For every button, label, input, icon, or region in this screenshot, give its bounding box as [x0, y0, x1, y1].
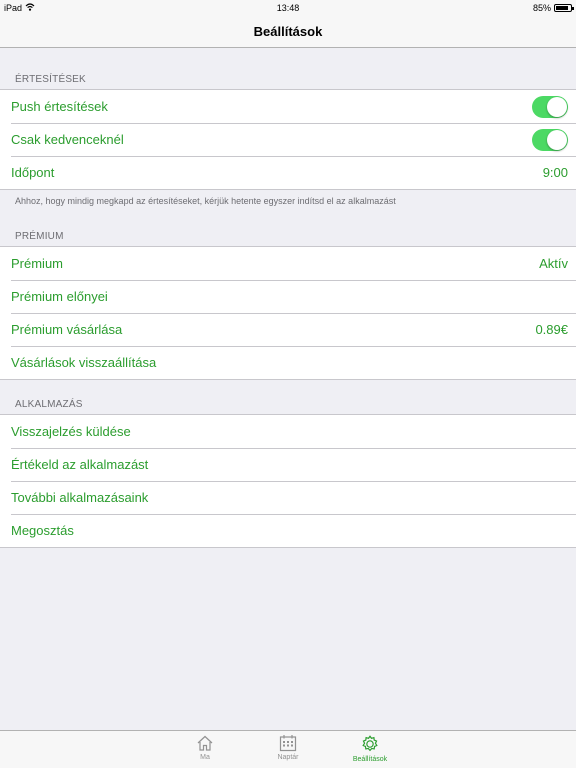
page-title: Beállítások [253, 24, 323, 39]
tab-calendar[interactable]: Naptár [258, 734, 318, 761]
tab-bar: Ma Naptár Beállítások [0, 730, 576, 768]
row-time[interactable]: Időpont 9:00 [0, 156, 576, 189]
row-label: Prémium [11, 256, 64, 271]
tab-label: Naptár [277, 754, 299, 761]
row-label: Vásárlások visszaállítása [11, 355, 157, 370]
section-header-premium: PRÉMIUM [15, 231, 64, 242]
row-restore-purchases[interactable]: Vásárlások visszaállítása [0, 346, 576, 379]
premium-status-value: Aktív [539, 256, 568, 271]
tab-label: Beállítások [352, 756, 388, 763]
row-label: Értékeld az alkalmazást [11, 457, 149, 472]
status-right: 85% [532, 3, 574, 13]
calendar-icon [279, 735, 297, 752]
section-header-notifications: ÉRTESÍTÉSEK [15, 74, 86, 85]
toggle-knob [547, 129, 567, 150]
row-label: Csak kedvenceknél [11, 132, 124, 147]
row-premium-status[interactable]: Prémium Aktív [0, 247, 576, 280]
row-label: Prémium vásárlása [11, 322, 123, 337]
row-send-feedback[interactable]: Visszajelzés küldése [0, 415, 576, 448]
section-header-app: ALKALMAZÁS [15, 399, 83, 410]
time-value: 9:00 [542, 165, 568, 180]
tab-today[interactable]: Ma [175, 734, 235, 761]
row-favorites-only: Csak kedvenceknél [0, 123, 576, 156]
gear-icon [362, 735, 378, 752]
row-rate-app[interactable]: Értékeld az alkalmazást [0, 448, 576, 481]
row-share[interactable]: Megosztás [0, 514, 576, 547]
status-time: 13:48 [276, 3, 300, 13]
row-more-apps[interactable]: További alkalmazásaink [0, 481, 576, 514]
battery-icon [554, 4, 574, 12]
navigation-bar: Beállítások [0, 16, 576, 48]
battery-percent: 85% [532, 3, 551, 13]
row-label: Visszajelzés küldése [11, 424, 131, 439]
row-label: Prémium előnyei [11, 289, 108, 304]
premium-group: Prémium Aktív Prémium előnyei Prémium vá… [0, 246, 576, 380]
app-group: Visszajelzés küldése Értékeld az alkalma… [0, 414, 576, 548]
row-premium-purchase[interactable]: Prémium vásárlása 0.89€ [0, 313, 576, 346]
row-premium-benefits[interactable]: Prémium előnyei [0, 280, 576, 313]
notifications-footnote: Ahhoz, hogy mindig megkapd az értesítése… [15, 196, 396, 206]
row-label: Időpont [11, 165, 55, 180]
row-label: További alkalmazásaink [11, 490, 149, 505]
push-notifications-toggle[interactable] [532, 95, 568, 118]
row-label: Megosztás [11, 523, 74, 538]
favorites-only-toggle[interactable] [532, 128, 568, 151]
tab-settings[interactable]: Beállítások [340, 734, 400, 763]
tab-label: Ma [200, 754, 210, 761]
row-push-notifications: Push értesítések [0, 90, 576, 123]
house-icon [197, 735, 213, 751]
notifications-group: Push értesítések Csak kedvenceknél Időpo… [0, 89, 576, 190]
toggle-knob [547, 96, 567, 117]
premium-price: 0.89€ [535, 322, 568, 337]
status-bar: iPad 13:48 85% [0, 0, 576, 16]
row-label: Push értesítések [11, 99, 108, 114]
